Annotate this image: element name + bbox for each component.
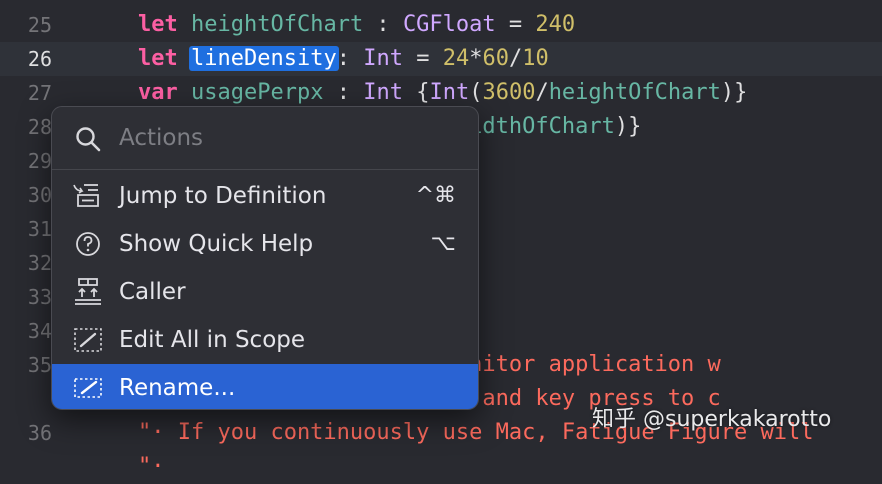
menu-item-rename[interactable]: Rename... [52, 364, 478, 409]
code-token: : [336, 46, 364, 71]
code-line[interactable]: 27 var usagePerpx : Int {Int(3600/heightO… [0, 76, 882, 110]
code-token: let [138, 12, 178, 37]
menu-item-edit-all-in-scope[interactable]: Edit All in Scope [52, 316, 478, 364]
line-number: 26 [27, 47, 52, 71]
actions-search-bar [52, 107, 478, 170]
code-text[interactable]: "· [138, 450, 178, 484]
code-token: = [495, 12, 536, 37]
code-token: usagePerpx [191, 80, 324, 105]
line-number: 36 [27, 421, 52, 445]
line-number: 35 [27, 353, 52, 377]
line-number: 32 [27, 251, 52, 275]
code-token: "· [138, 454, 178, 479]
code-token: { [402, 80, 430, 105]
code-text[interactable]: var usagePerpx : Int {Int(3600/heightOfC… [138, 76, 747, 110]
code-token: Int [429, 80, 470, 105]
code-token: heightOfChart [191, 12, 364, 37]
code-token: 10 [522, 46, 549, 71]
code-token: 24 [442, 46, 470, 71]
keyboard-shortcut: ⌥ [430, 231, 456, 256]
caller-icon [75, 278, 101, 305]
menu-item-show-quick-help[interactable]: Show Quick Help ⌥ [52, 220, 478, 268]
line-number: 28 [27, 115, 52, 139]
code-token: / [535, 80, 549, 105]
code-line[interactable]: 26 let lineDensity: Int = 24*60/10 [0, 42, 882, 76]
menu-item-label: Jump to Definition [119, 183, 327, 209]
line-number: 25 [27, 13, 52, 37]
code-token: : [363, 12, 403, 37]
code-token: 240 [535, 12, 576, 37]
code-text[interactable]: let lineDensity: Int = 24*60/10 [138, 42, 549, 76]
watermark: 知乎 @superkakarotto [592, 407, 832, 432]
code-token: )} [614, 114, 642, 139]
code-token: widthOfChart [455, 114, 615, 139]
code-token: CGFloat [402, 12, 496, 37]
selected-symbol: lineDensity [189, 46, 339, 71]
code-token: = [402, 46, 443, 71]
code-token: Int [363, 46, 403, 71]
code-token: : [323, 80, 364, 105]
menu-item-label: Caller [119, 279, 186, 305]
code-token: heightOfChart [548, 80, 721, 105]
code-token: 3600 [482, 80, 536, 105]
code-token: 60 [482, 46, 509, 71]
menu-item-label: Edit All in Scope [119, 327, 306, 353]
code-line[interactable]: "· [0, 450, 882, 484]
line-number: 29 [27, 149, 52, 173]
code-token: let [138, 46, 178, 71]
edit-scope-icon [74, 328, 102, 352]
menu-item-caller[interactable]: Caller [52, 268, 478, 316]
line-number: 34 [27, 319, 52, 343]
line-number: 33 [27, 285, 52, 309]
code-token: / [508, 46, 523, 71]
code-text[interactable]: let heightOfChart : CGFloat = 240 [138, 8, 575, 42]
line-number: 31 [27, 217, 52, 241]
code-token: Int [363, 80, 403, 105]
search-icon [76, 127, 101, 152]
code-token: ( [469, 80, 483, 105]
code-token: var [138, 80, 178, 105]
jump-to-definition-icon [73, 184, 99, 207]
menu-item-label: Show Quick Help [119, 231, 314, 257]
menu-item-label: Rename... [119, 375, 236, 401]
actions-search-input[interactable] [119, 117, 449, 159]
keyboard-shortcut: ^⌘ [415, 183, 456, 208]
code-line[interactable]: 25 let heightOfChart : CGFloat = 240 [0, 8, 882, 42]
code-token: )} [720, 80, 748, 105]
line-number: 27 [27, 81, 52, 105]
code-token: * [469, 46, 483, 71]
rename-icon [74, 378, 102, 398]
line-number: 30 [27, 183, 52, 207]
menu-item-jump-to-definition[interactable]: Jump to Definition ^⌘ [52, 172, 478, 220]
actions-popup-menu: Jump to Definition ^⌘ Show Quick Help ⌥ … [51, 106, 479, 410]
quick-help-icon [76, 232, 100, 256]
